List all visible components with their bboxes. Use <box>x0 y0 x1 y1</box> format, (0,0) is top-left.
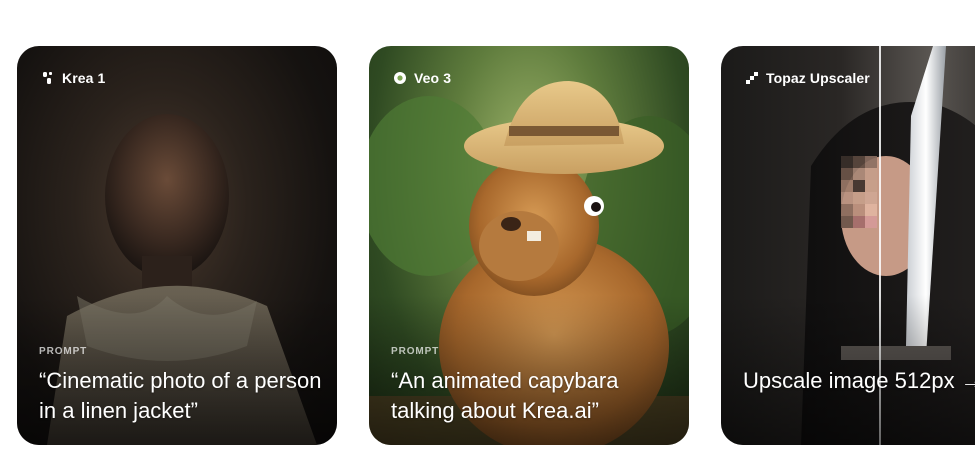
model-name: Veo 3 <box>414 70 452 86</box>
prompt-label: PROMPT <box>391 346 440 357</box>
prompt-text: “An animated capybara talking about Krea… <box>391 368 619 423</box>
topaz-logo-icon <box>745 71 759 85</box>
model-badge: Veo 3 <box>393 70 451 86</box>
prompt-text: “Cinematic photo of a person in a linen … <box>39 368 322 423</box>
prompt-label: PROMPT <box>39 346 88 357</box>
model-name: Krea 1 <box>62 70 106 86</box>
model-badge: Topaz Upscaler <box>745 70 870 86</box>
krea-logo-icon <box>41 71 55 85</box>
card-topaz-upscaler[interactable]: Topaz Upscaler Upscale image 512px → 8K <box>721 46 975 445</box>
action-text: Upscale image 512px → 8K <box>743 368 975 393</box>
card-veo3[interactable]: Veo 3 PROMPT “An animated capybara talki… <box>369 46 689 445</box>
veo-logo-icon <box>393 71 407 85</box>
card-krea1[interactable]: Krea 1 PROMPT “Cinematic photo of a pers… <box>17 46 337 445</box>
model-name: Topaz Upscaler <box>766 70 870 86</box>
model-badge: Krea 1 <box>41 70 105 86</box>
